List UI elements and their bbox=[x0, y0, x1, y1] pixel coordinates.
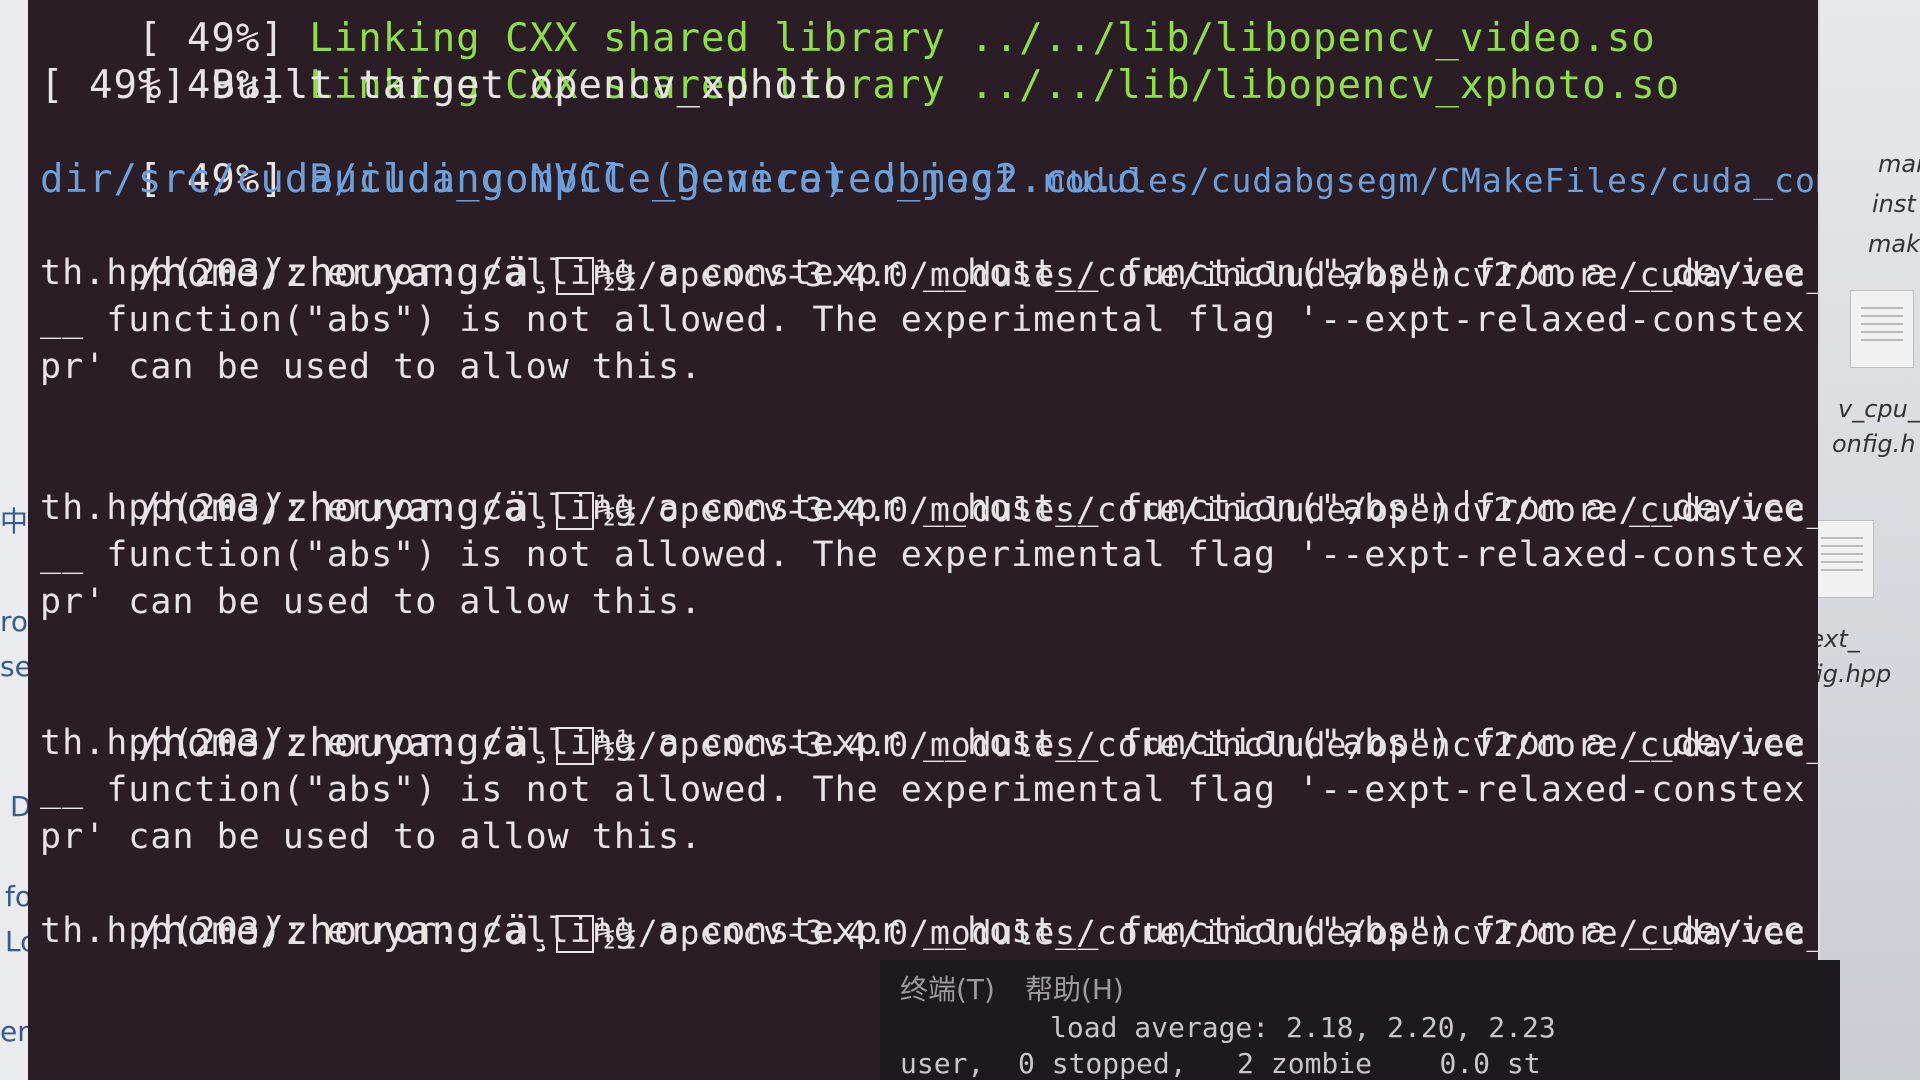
error-path-line: /home/zhouyang/ä¸ ½½/opencv-3.4.0/modules… bbox=[40, 438, 1818, 531]
process-status-text: user, 0 stopped, 2 zombie 0.0 st bbox=[900, 1047, 1541, 1080]
right-label-1[interactable]: inst bbox=[1872, 190, 1916, 218]
terminal-window[interactable]: [ 49%] Linking CXX shared library ../../… bbox=[28, 0, 1818, 1080]
build-path-text: modules/cudabgsegm/CMakeFiles/cuda_compi… bbox=[1043, 161, 1818, 200]
error-text-line: pr' can be used to allow this. bbox=[40, 582, 703, 622]
error-text-line: __ function("abs") is not allowed. The e… bbox=[40, 535, 1806, 575]
right-label-3[interactable]: v_cpu_ bbox=[1838, 395, 1920, 423]
error-path-line: /home/zhouyang/ä¸ ½½/opencv-3.4.0/modules… bbox=[40, 203, 1818, 296]
menu-terminal[interactable]: 终端(T) bbox=[900, 973, 995, 1006]
text-cursor-icon bbox=[1465, 490, 1468, 520]
error-text-line: th.hpp(203): error: calling a constexpr … bbox=[40, 488, 1806, 528]
error-text-line: th.hpp(203): error: calling a constexpr … bbox=[40, 253, 1806, 293]
error-text-line: pr' can be used to allow this. bbox=[40, 817, 703, 857]
left-label-0: 中 bbox=[0, 505, 29, 538]
link-text: Linking CXX shared library ../../lib/lib… bbox=[309, 16, 1656, 61]
error-text-line: th.hpp(203): error: calling a constexpr … bbox=[40, 723, 1806, 763]
error-text-line: th.hpp(203): error: calling a constexpr … bbox=[40, 911, 1806, 951]
error-text-line: __ function("abs") is not allowed. The e… bbox=[40, 770, 1806, 810]
terminal-line-0: [ 49%] Linking CXX shared library ../../… bbox=[40, 0, 1806, 61]
right-label-2[interactable]: mak bbox=[1868, 230, 1920, 258]
load-average-text: load average: 2.18, 2.20, 2.23 bbox=[1050, 1011, 1556, 1044]
progress-text: [ 49%] bbox=[137, 16, 310, 61]
terminal-menubar: 终端(T) 帮助(H) bbox=[900, 970, 1820, 1010]
error-path-line: /home/zhouyang/ä¸ ½½/opencv-3.4.0/modules… bbox=[40, 861, 1818, 954]
terminal-line-3: [ 49%] Building NVCC (Device) object mod… bbox=[40, 109, 1818, 202]
file-icon[interactable] bbox=[1810, 520, 1874, 598]
error-text-line: __ function("abs") is not allowed. The e… bbox=[40, 300, 1806, 340]
right-label-4[interactable]: onfig.h bbox=[1832, 430, 1915, 458]
file-icon[interactable] bbox=[1850, 290, 1914, 368]
menu-help[interactable]: 帮助(H) bbox=[1025, 973, 1124, 1006]
error-text-line: pr' can be used to allow this. bbox=[40, 347, 703, 387]
right-label-0[interactable]: mai bbox=[1878, 150, 1920, 178]
error-path-line: /home/zhouyang/ä¸ ½½/opencv-3.4.0/modules… bbox=[40, 673, 1818, 766]
secondary-terminal-window[interactable]: 终端(T) 帮助(H) load average: 2.18, 2.20, 2.2… bbox=[880, 960, 1840, 1080]
